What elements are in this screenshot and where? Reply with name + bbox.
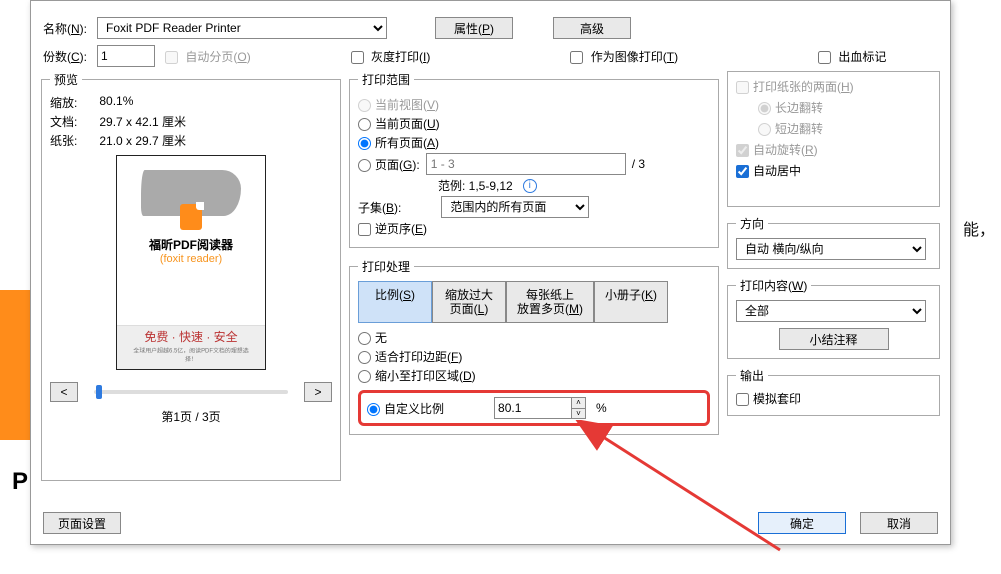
pages-input[interactable]	[426, 153, 626, 175]
page-slider[interactable]	[94, 390, 288, 394]
custom-scale-highlight: 自定义比例 ˄˅ %	[358, 390, 710, 426]
info-icon[interactable]: i	[523, 179, 537, 193]
current-view-radio: 当前视图(V)	[358, 96, 439, 113]
printer-name-label: 名称(N):	[43, 20, 87, 37]
page-indicator: 第1页 / 3页	[50, 408, 332, 425]
spin-down[interactable]: ˅	[571, 409, 585, 419]
reverse-order-check[interactable]: 逆页序(E)	[358, 220, 427, 237]
thumb-subtitle: (foxit reader)	[132, 253, 250, 265]
printer-select[interactable]: Foxit PDF Reader Printer	[97, 17, 387, 39]
grayscale-check[interactable]: 灰度打印(I)	[351, 48, 431, 65]
copies-row: 份数(C): 自动分页(O) 灰度打印(I) 作为图像打印(T) 出血标记	[43, 45, 938, 67]
doc-size-label: 文档:	[50, 113, 77, 130]
bleed-mark-check[interactable]: 出血标记	[818, 48, 886, 65]
print-content-legend: 打印内容(W)	[736, 277, 811, 294]
print-content-group: 打印内容(W) 全部 小结注释	[727, 277, 940, 359]
doc-size-value: 29.7 x 42.1 厘米	[99, 113, 186, 130]
short-edge-radio: 短边翻转	[758, 120, 931, 137]
duplex-check: 打印纸张的两面(H)	[736, 78, 931, 95]
scale-none-radio[interactable]: 无	[358, 329, 387, 346]
ok-button[interactable]: 确定	[758, 512, 846, 534]
preview-legend: 预览	[50, 71, 82, 88]
orientation-legend: 方向	[736, 215, 768, 232]
preview-thumbnail: 福昕PDF阅读器 (foxit reader) 免费 · 快速 · 安全 全球用…	[116, 155, 266, 370]
cancel-button[interactable]: 取消	[860, 512, 938, 534]
print-dialog: 名称(N): Foxit PDF Reader Printer 属性(P) 高级…	[30, 0, 951, 545]
pages-example: 范例: 1,5-9,12	[438, 177, 513, 194]
collate-check: 自动分页(O)	[165, 48, 251, 65]
print-handling-group: 打印处理 比例(S) 缩放过大 页面(L) 每张纸上 放置多页(M) 小册子(K…	[349, 258, 719, 435]
print-range-group: 打印范围 当前视图(V) 当前页面(U) 所有页面(A) 页面(G): / 3 …	[349, 71, 719, 248]
orientation-group: 方向 自动 横向/纵向	[727, 215, 940, 269]
thumb-footer-1: 免费 · 快速 · 安全	[144, 330, 237, 344]
page-setup-button[interactable]: 页面设置	[43, 512, 121, 534]
scale-custom-radio[interactable]: 自定义比例	[367, 400, 444, 417]
print-as-image-check[interactable]: 作为图像打印(T)	[570, 48, 678, 65]
paper-size-label: 纸张:	[50, 132, 77, 149]
zoom-value: 80.1%	[99, 94, 133, 111]
background-letter: P	[12, 468, 28, 496]
thumb-footer-2: 全球用户超越6.5亿，阅读PDF文档的理想选择！	[128, 347, 254, 364]
spin-up[interactable]: ˄	[571, 398, 585, 409]
print-range-legend: 打印范围	[358, 71, 414, 88]
tab-multiple-per-sheet[interactable]: 每张纸上 放置多页(M)	[506, 281, 594, 323]
output-legend: 输出	[736, 367, 768, 384]
duplex-group: 打印纸张的两面(H) 长边翻转 短边翻转 自动旋转(R) 自动居中	[727, 71, 940, 207]
pages-radio[interactable]: 页面(G):	[358, 156, 420, 173]
subset-select[interactable]: 范围内的所有页面	[441, 196, 589, 218]
preview-group: 预览 缩放: 80.1% 文档: 29.7 x 42.1 厘米 纸张: 21.0 x …	[41, 71, 341, 481]
background-stripe	[0, 290, 30, 440]
zoom-label: 缩放:	[50, 94, 77, 111]
printer-name-row: 名称(N): Foxit PDF Reader Printer 属性(P) 高级	[43, 17, 938, 39]
orientation-select[interactable]: 自动 横向/纵向	[736, 238, 926, 260]
tab-scale[interactable]: 比例(S)	[358, 281, 432, 323]
properties-button[interactable]: 属性(P)	[435, 17, 513, 39]
auto-rotate-check: 自动旋转(R)	[736, 141, 931, 158]
output-group: 输出 模拟套印	[727, 367, 940, 416]
copies-label: 份数(C):	[43, 48, 87, 65]
paper-size-value: 21.0 x 29.7 厘米	[99, 132, 186, 149]
subset-label: 子集(B):	[358, 199, 401, 216]
current-page-radio[interactable]: 当前页面(U)	[358, 115, 440, 132]
simulate-overprint-check[interactable]: 模拟套印	[736, 392, 801, 406]
tab-large-pages[interactable]: 缩放过大 页面(L)	[432, 281, 506, 323]
scale-fit-radio[interactable]: 适合打印边距(F)	[358, 348, 462, 365]
scale-shrink-radio[interactable]: 缩小至打印区域(D)	[358, 367, 476, 384]
next-page-button[interactable]: >	[304, 382, 332, 402]
percent-label: %	[596, 401, 607, 415]
print-content-select[interactable]: 全部	[736, 300, 926, 322]
pdf-icon	[180, 204, 202, 230]
long-edge-radio: 长边翻转	[758, 99, 931, 116]
thumb-title: 福昕PDF阅读器	[132, 236, 250, 253]
pages-total: / 3	[632, 157, 645, 171]
tab-booklet[interactable]: 小册子(K)	[594, 281, 668, 323]
all-pages-radio[interactable]: 所有页面(A)	[358, 134, 439, 151]
auto-center-check[interactable]: 自动居中	[736, 162, 931, 179]
summarize-comments-button[interactable]: 小结注释	[779, 328, 889, 350]
advanced-button[interactable]: 高级	[553, 17, 631, 39]
prev-page-button[interactable]: <	[50, 382, 78, 402]
background-text: 能，	[963, 216, 995, 240]
print-handling-legend: 打印处理	[358, 258, 414, 275]
copies-input[interactable]	[97, 45, 155, 67]
